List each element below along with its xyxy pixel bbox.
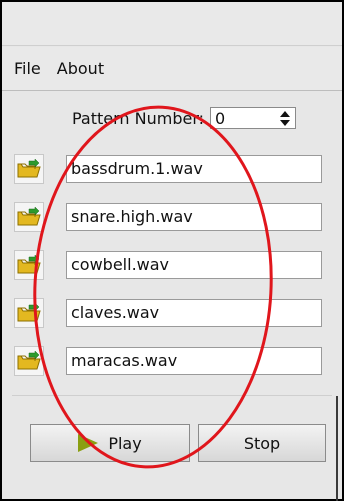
spin-buttons xyxy=(278,110,291,127)
pattern-row: Pattern Number: 0 xyxy=(72,107,297,129)
file-row: snare.high.wav xyxy=(14,202,326,232)
stop-button-label: Stop xyxy=(243,433,281,453)
pattern-number-spinbox[interactable]: 0 xyxy=(210,107,297,129)
file-row: cowbell.wav xyxy=(14,250,326,280)
file-row: claves.wav xyxy=(14,298,326,328)
divider xyxy=(12,395,332,396)
spin-down-icon[interactable] xyxy=(278,119,291,127)
menu-about[interactable]: About xyxy=(47,54,110,84)
folder-open-icon[interactable] xyxy=(14,346,44,376)
folder-open-icon[interactable] xyxy=(14,154,44,184)
app-window: File About Pattern Number: 0 bassdrum.1.… xyxy=(0,0,344,501)
file-field[interactable]: maracas.wav xyxy=(66,347,322,375)
menu-file[interactable]: File xyxy=(2,54,47,84)
stop-button[interactable]: Stop xyxy=(198,424,326,462)
spin-up-icon[interactable] xyxy=(278,110,291,118)
play-button[interactable]: Play xyxy=(30,424,190,462)
main-panel: Pattern Number: 0 bassdrum.1.wav snare.h… xyxy=(2,92,342,501)
file-row: bassdrum.1.wav xyxy=(14,154,326,184)
play-icon xyxy=(78,434,99,452)
window-edge xyxy=(336,396,338,501)
file-field[interactable]: snare.high.wav xyxy=(66,203,322,231)
pattern-number-label: Pattern Number: xyxy=(72,108,205,128)
title-bar xyxy=(2,2,342,46)
file-row: maracas.wav xyxy=(14,346,326,376)
folder-open-icon[interactable] xyxy=(14,298,44,328)
file-field[interactable]: cowbell.wav xyxy=(66,251,322,279)
menu-bar: File About xyxy=(2,47,342,91)
play-button-label: Play xyxy=(108,433,142,453)
file-field[interactable]: claves.wav xyxy=(66,299,322,327)
folder-open-icon[interactable] xyxy=(14,250,44,280)
pattern-number-value[interactable]: 0 xyxy=(215,109,225,128)
folder-open-icon[interactable] xyxy=(14,202,44,232)
file-field[interactable]: bassdrum.1.wav xyxy=(66,155,322,183)
